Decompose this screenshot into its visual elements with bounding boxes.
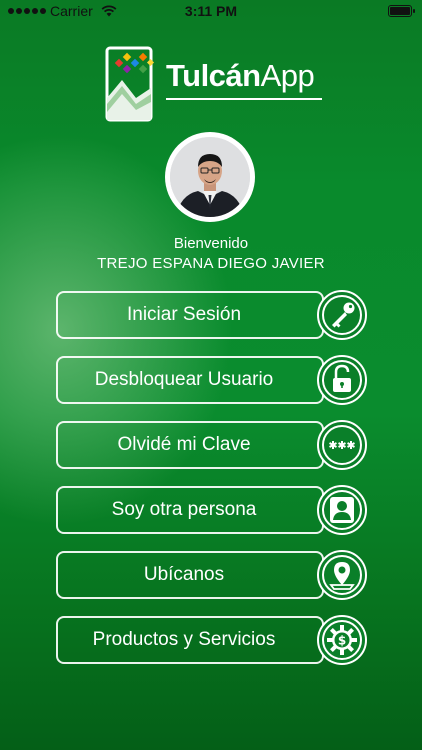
avatar (165, 132, 255, 222)
key-icon[interactable] (316, 289, 368, 341)
user-icon[interactable] (316, 484, 368, 536)
forgot-password-button[interactable]: Olvidé mi Clave (56, 419, 368, 471)
gear-dollar-icon[interactable]: $ (316, 614, 368, 666)
status-bar: Carrier 3:11 PM (0, 0, 422, 22)
locate-us-button-label[interactable]: Ubícanos (56, 551, 324, 599)
welcome-text: Bienvenido (173, 235, 249, 252)
forgot-password-button-label[interactable]: Olvidé mi Clave (56, 421, 324, 469)
app-name: TulcánApp (166, 58, 315, 93)
other-person-button[interactable]: Soy otra persona (56, 484, 368, 536)
unlock-icon[interactable] (316, 354, 368, 406)
svg-text:$: $ (338, 634, 346, 648)
app-logo: TulcánApp (100, 46, 330, 124)
user-name: TREJO ESPANA DIEGO JAVIER (97, 255, 325, 272)
login-button[interactable]: Iniciar Sesión (56, 289, 368, 341)
location-pin-icon[interactable] (316, 549, 368, 601)
unlock-user-button[interactable]: Desbloquear Usuario (56, 354, 368, 406)
locate-us-button[interactable]: Ubícanos (56, 549, 368, 601)
products-services-button-label[interactable]: Productos y Servicios (56, 616, 324, 664)
battery-icon (388, 5, 415, 17)
status-time: 3:11 PM (184, 3, 238, 19)
other-person-button-label[interactable]: Soy otra persona (56, 486, 324, 534)
logo-mark-icon (105, 46, 155, 122)
avatar-photo (170, 137, 250, 217)
login-button-label[interactable]: Iniciar Sesión (56, 291, 324, 339)
password-icon[interactable] (316, 419, 368, 471)
products-services-button[interactable]: Productos y Servicios $ (56, 614, 368, 666)
unlock-user-button-label[interactable]: Desbloquear Usuario (56, 356, 324, 404)
main-menu: Iniciar Sesión Desbloquear Usuario Olvid… (56, 289, 368, 681)
person-photo-icon (170, 137, 250, 217)
logo-underline (166, 98, 322, 100)
